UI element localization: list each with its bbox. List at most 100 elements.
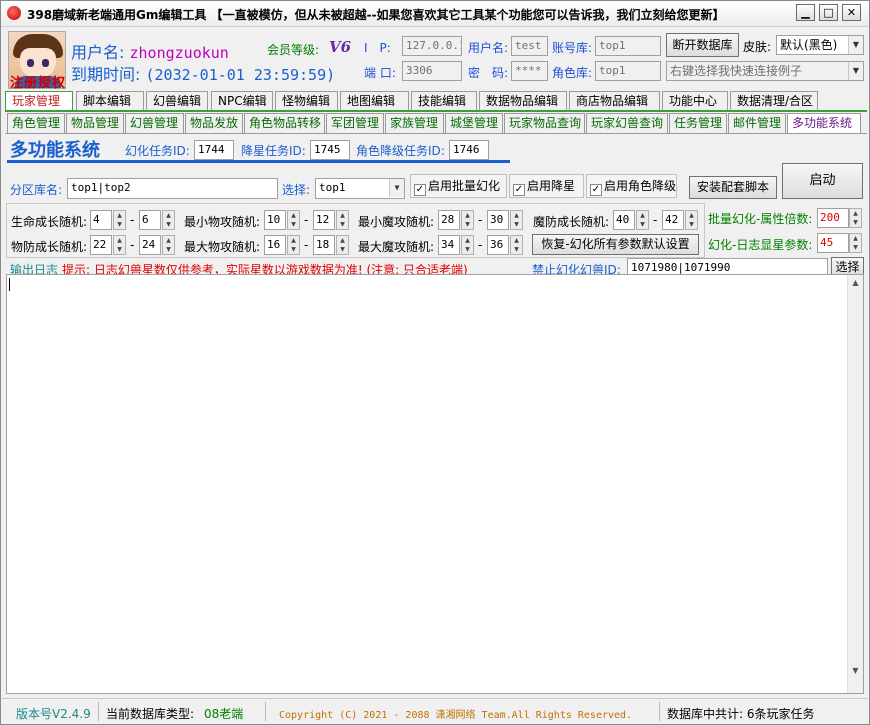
max-mag-atk-max-value[interactable]: 36: [487, 235, 509, 255]
sub-tab-11[interactable]: 邮件管理: [728, 113, 786, 134]
main-tab-7[interactable]: 数据物品编辑: [479, 91, 567, 111]
sub-tab-8[interactable]: 玩家物品查询: [504, 113, 585, 134]
min-mag-atk-min-stepper[interactable]: 28 ▲ ▼: [438, 210, 475, 230]
zone-db-field[interactable]: top1|top2: [67, 178, 278, 199]
start-button[interactable]: 启动: [782, 163, 863, 199]
life-growth-min-stepper[interactable]: 4 ▲ ▼: [90, 210, 127, 230]
disconnect-db-button[interactable]: 断开数据库: [666, 33, 739, 57]
batch-attr-multiplier-value[interactable]: 200: [817, 208, 849, 228]
spin-arrows-icon[interactable]: ▲ ▼: [162, 210, 175, 230]
life-growth-min-value[interactable]: 4: [90, 210, 112, 230]
spin-arrows-icon[interactable]: ▲ ▼: [162, 235, 175, 255]
sub-tab-10[interactable]: 任务管理: [669, 113, 727, 134]
close-button[interactable]: ✕: [842, 4, 861, 21]
sub-tab-9[interactable]: 玩家幻兽查询: [586, 113, 668, 134]
minimize-button[interactable]: ▁: [796, 4, 815, 21]
register-auth-stamp[interactable]: 注册授权: [6, 72, 70, 91]
sub-tab-5[interactable]: 军团管理: [326, 113, 384, 134]
main-tab-3[interactable]: NPC编辑: [211, 91, 273, 111]
mag-def-growth-max-stepper[interactable]: 42 ▲ ▼: [662, 210, 699, 230]
chevron-down-icon[interactable]: ▼: [848, 62, 863, 80]
batch-attr-multiplier-stepper[interactable]: 200 ▲ ▼: [817, 208, 863, 228]
account-db-field[interactable]: top1: [595, 36, 661, 56]
sub-tab-1[interactable]: 物品管理: [66, 113, 124, 134]
ip-field[interactable]: 127.0.0.1: [402, 36, 462, 56]
mag-def-growth-max-value[interactable]: 42: [662, 210, 684, 230]
max-phys-atk-min-value[interactable]: 16: [264, 235, 286, 255]
spin-arrows-icon[interactable]: ▲ ▼: [287, 235, 300, 255]
min-mag-atk-min-value[interactable]: 28: [438, 210, 460, 230]
quick-connect-select[interactable]: 右键选择我快速连接例子 ▼: [666, 61, 864, 81]
scroll-down-icon[interactable]: ▼: [848, 663, 863, 678]
spin-arrows-icon[interactable]: ▲ ▼: [113, 210, 126, 230]
min-phys-atk-max-stepper[interactable]: 12 ▲ ▼: [313, 210, 350, 230]
port-field[interactable]: 3306: [402, 61, 462, 81]
batch-phantom-checkbox[interactable]: ✓ 启用批量幻化: [410, 174, 507, 198]
spin-arrows-icon[interactable]: ▲ ▼: [849, 208, 862, 228]
role-db-field[interactable]: top1: [595, 61, 661, 81]
mag-def-growth-min-value[interactable]: 40: [613, 210, 635, 230]
downstar-checkbox[interactable]: ✓ 启用降星: [509, 174, 584, 198]
main-tab-1[interactable]: 脚本编辑: [76, 91, 144, 111]
phys-def-growth-min-stepper[interactable]: 22 ▲ ▼: [90, 235, 127, 255]
spin-arrows-icon[interactable]: ▲ ▼: [113, 235, 126, 255]
sub-tab-6[interactable]: 家族管理: [385, 113, 444, 134]
max-mag-atk-min-stepper[interactable]: 34 ▲ ▼: [438, 235, 475, 255]
log-star-param-stepper[interactable]: 45 ▲ ▼: [817, 233, 863, 253]
min-phys-atk-min-value[interactable]: 10: [264, 210, 286, 230]
output-log-textarea[interactable]: ▲ ▼: [6, 274, 864, 694]
life-growth-max-stepper[interactable]: 6 ▲ ▼: [139, 210, 176, 230]
phys-def-growth-min-value[interactable]: 22: [90, 235, 112, 255]
main-tab-8[interactable]: 商店物品编辑: [569, 91, 660, 111]
min-phys-atk-min-stepper[interactable]: 10 ▲ ▼: [264, 210, 301, 230]
min-mag-atk-max-stepper[interactable]: 30 ▲ ▼: [487, 210, 524, 230]
downstar-task-field[interactable]: 1745: [310, 140, 350, 160]
sub-tab-7[interactable]: 城堡管理: [445, 113, 503, 134]
log-scrollbar[interactable]: ▲ ▼: [847, 275, 863, 693]
chevron-down-icon[interactable]: ▼: [848, 36, 863, 54]
main-tab-4[interactable]: 怪物编辑: [275, 91, 338, 111]
spin-arrows-icon[interactable]: ▲ ▼: [461, 235, 474, 255]
spin-arrows-icon[interactable]: ▲ ▼: [336, 235, 349, 255]
min-phys-atk-max-value[interactable]: 12: [313, 210, 335, 230]
life-growth-max-value[interactable]: 6: [139, 210, 161, 230]
main-tab-6[interactable]: 技能编辑: [411, 91, 477, 111]
sub-tab-2[interactable]: 幻兽管理: [125, 113, 184, 134]
phys-def-growth-max-value[interactable]: 24: [139, 235, 161, 255]
sub-tab-3[interactable]: 物品发放: [185, 113, 243, 134]
spin-arrows-icon[interactable]: ▲ ▼: [510, 235, 523, 255]
install-script-button[interactable]: 安装配套脚本: [689, 176, 777, 199]
spin-arrows-icon[interactable]: ▲ ▼: [636, 210, 649, 230]
role-downgrade-task-field[interactable]: 1746: [449, 140, 489, 160]
spin-arrows-icon[interactable]: ▲ ▼: [685, 210, 698, 230]
main-tab-5[interactable]: 地图编辑: [340, 91, 409, 111]
max-mag-atk-min-value[interactable]: 34: [438, 235, 460, 255]
mag-def-growth-min-stepper[interactable]: 40 ▲ ▼: [613, 210, 650, 230]
spin-arrows-icon[interactable]: ▲ ▼: [461, 210, 474, 230]
sub-tab-4[interactable]: 角色物品转移: [244, 113, 325, 134]
chevron-down-icon[interactable]: ▼: [389, 179, 404, 197]
zone-select[interactable]: top1 ▼: [315, 178, 405, 199]
main-tab-10[interactable]: 数据清理/合区: [730, 91, 818, 111]
sub-tab-12[interactable]: 多功能系统: [787, 113, 861, 134]
spin-arrows-icon[interactable]: ▲ ▼: [287, 210, 300, 230]
spin-arrows-icon[interactable]: ▲ ▼: [336, 210, 349, 230]
scroll-up-icon[interactable]: ▲: [848, 275, 863, 290]
password-field[interactable]: ****: [511, 61, 548, 81]
max-phys-atk-max-stepper[interactable]: 18 ▲ ▼: [313, 235, 350, 255]
main-tab-9[interactable]: 功能中心: [662, 91, 728, 111]
db-user-field[interactable]: test: [511, 36, 548, 56]
role-downgrade-checkbox[interactable]: ✓ 启用角色降级: [586, 174, 677, 198]
main-tab-2[interactable]: 幻兽编辑: [146, 91, 208, 111]
maximize-button[interactable]: □: [819, 4, 838, 21]
phys-def-growth-max-stepper[interactable]: 24 ▲ ▼: [139, 235, 176, 255]
log-star-param-value[interactable]: 45: [817, 233, 849, 253]
restore-defaults-button[interactable]: 恢复-幻化所有参数默认设置: [532, 234, 699, 255]
spin-arrows-icon[interactable]: ▲ ▼: [510, 210, 523, 230]
skin-select[interactable]: 默认(黑色) ▼: [776, 35, 864, 55]
min-mag-atk-max-value[interactable]: 30: [487, 210, 509, 230]
phantom-task-field[interactable]: 1744: [194, 140, 234, 160]
max-phys-atk-max-value[interactable]: 18: [313, 235, 335, 255]
main-tab-0[interactable]: 玩家管理: [5, 91, 73, 112]
sub-tab-0[interactable]: 角色管理: [7, 113, 65, 134]
